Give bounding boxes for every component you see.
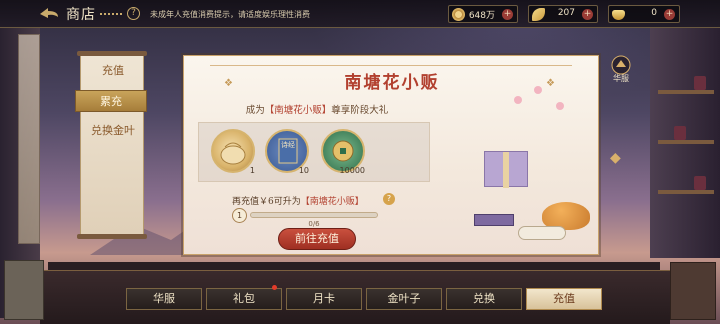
page-title: 商店 [66, 7, 96, 23]
reward-list: 1 诗经 10 10000 [198, 122, 430, 182]
sidebar-item-recharge[interactable]: 充值 [81, 60, 145, 82]
right-crates [670, 262, 716, 320]
back-icon[interactable] [38, 6, 60, 22]
title-ornament-right: ❖ [546, 78, 555, 89]
right-shelf [650, 28, 720, 258]
gold-leaf-icon [532, 8, 545, 21]
next-arrow-icon[interactable]: ◆ [610, 150, 628, 172]
help-icon[interactable]: ? [383, 193, 395, 205]
tab-monthly-card[interactable]: 月卡 [286, 288, 362, 310]
sidebar-item-cumulative-recharge[interactable]: 累充 [75, 90, 147, 112]
top-bar: 商店 ? 未成年人充值消费提示，请适度娱乐理性消费 648万 + 207 + 0… [0, 0, 720, 28]
gold-leaf-value: 207 [557, 8, 575, 18]
reward-item[interactable]: 1 [211, 129, 255, 175]
title-divider [100, 13, 122, 15]
reward-count: 10000 [339, 166, 365, 175]
blossom [514, 96, 522, 104]
book-icon [278, 138, 298, 164]
jar [694, 176, 706, 190]
reward-panel: ❖ 南塘花小贩 ❖ 成为【南塘花小贩】尊享阶段大礼 1 诗经 10 10000 … [183, 55, 599, 255]
book-title: 诗经 [281, 141, 295, 149]
panel-top-border [210, 65, 572, 66]
tab-gift-pack[interactable]: 礼包 [206, 288, 282, 310]
tab-gold-leaf[interactable]: 金叶子 [366, 288, 442, 310]
progress-text: 0/6 [308, 220, 320, 228]
condition-prefix: 再充值￥6可升为 [232, 197, 301, 207]
left-hanging-scroll [18, 34, 40, 244]
tab-recharge[interactable]: 充值 [526, 288, 602, 310]
reward-count: 10 [298, 166, 309, 175]
notification-dot [272, 285, 277, 290]
condition-rank: 【南塘花小贩】 [300, 197, 364, 207]
tab-costume[interactable]: 华服 [126, 288, 202, 310]
sidebar-item-exchange-gold-leaf[interactable]: 兑换金叶 [81, 120, 145, 142]
gold-ingot-value: 0 [651, 8, 657, 18]
blossom [534, 86, 542, 94]
sachet-icon [220, 142, 246, 165]
jar [674, 126, 686, 140]
reward-item[interactable]: 10000 [321, 129, 365, 175]
stage-edge [48, 262, 660, 270]
copper-coin-icon [452, 8, 465, 21]
copper-coin-counter: 648万 + [448, 5, 518, 23]
progress-bar [250, 212, 378, 218]
copper-coin-value: 648万 [468, 11, 495, 21]
spending-notice: 未成年人充值消费提示，请适度娱乐理性消费 [150, 10, 310, 19]
shelf-board [658, 90, 714, 94]
reward-count: 1 [249, 166, 255, 175]
help-icon[interactable]: ? [127, 7, 140, 20]
jar [694, 76, 706, 90]
bottom-tab-bar: 华服 礼包 月卡 金叶子 兑换 充值 [52, 288, 662, 312]
gold-ingot-counter: 0 + [608, 5, 680, 23]
panel-subtitle: 成为【南塘花小贩】尊享阶段大礼 [184, 102, 450, 116]
go-recharge-button[interactable]: 前往充值 [278, 228, 356, 250]
costume-label: 华服 [613, 74, 629, 83]
copper-coin-icon [332, 140, 354, 162]
gold-ingot-icon [612, 10, 625, 20]
upgrade-condition: 再充值￥6可升为【南塘花小贩】 [232, 194, 364, 207]
subtitle-rank: 【南塘花小贩】 [264, 105, 332, 116]
add-copper-button[interactable]: + [502, 9, 513, 20]
scroll-illustration [518, 226, 566, 240]
gold-leaf-counter: 207 + [528, 5, 598, 23]
tab-exchange[interactable]: 兑换 [446, 288, 522, 310]
subtitle-suffix: 尊享阶段大礼 [331, 105, 389, 116]
category-sidebar: 充值 累充 兑换金叶 [75, 51, 147, 239]
reward-item[interactable]: 诗经 10 [265, 129, 309, 175]
gift-box-illustration [484, 151, 528, 188]
left-crates [4, 260, 44, 320]
shelf-board [658, 140, 714, 144]
add-ingot-button[interactable]: + [664, 9, 675, 20]
books-illustration [474, 214, 514, 226]
subtitle-prefix: 成为 [245, 105, 265, 116]
level-badge: 1 [232, 208, 247, 223]
shelf-board [658, 190, 714, 194]
add-gold-leaf-button[interactable]: + [582, 9, 593, 20]
blossom [556, 102, 564, 110]
